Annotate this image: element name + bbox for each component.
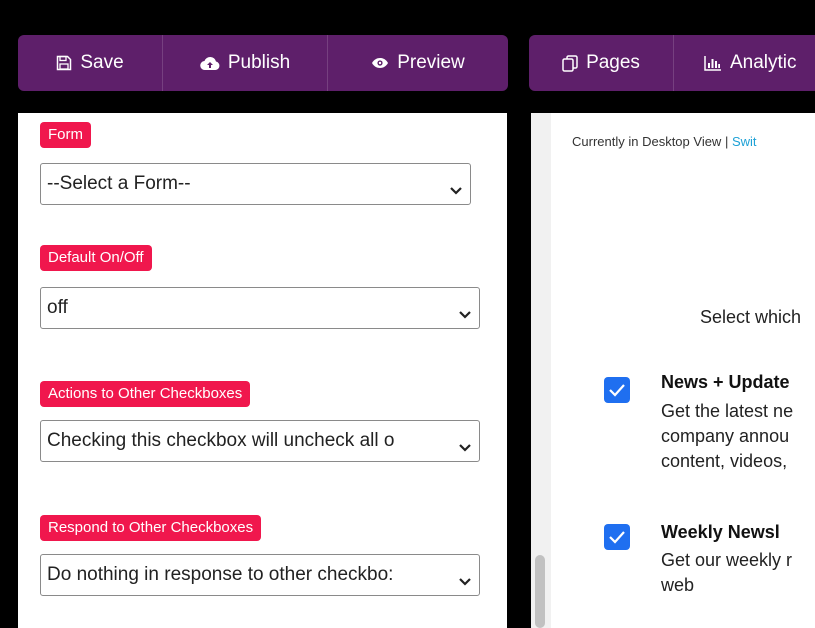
page-preview: Currently in Desktop View | Swit Select … [551,113,815,628]
preview-button[interactable]: Preview [328,35,508,91]
view-status-text: Currently in Desktop View [572,134,722,149]
news-updates-desc-line: company annou [661,426,790,446]
checkmark-icon [609,384,625,397]
publish-button[interactable]: Publish [163,35,328,91]
cloud-upload-icon [200,55,220,71]
chevron-down-icon [459,436,471,458]
checkmark-icon [609,531,625,544]
form-select-value: --Select a Form-- [47,173,191,194]
pages-label: Pages [586,52,640,73]
default-on-off-select[interactable]: off [40,287,480,329]
view-status: Currently in Desktop View | Swit [572,134,757,149]
save-button[interactable]: Save [18,35,163,91]
analytics-label: Analytic [730,52,797,73]
chevron-down-icon [459,570,471,592]
view-status-separator: | [724,134,729,149]
floppy-disk-icon [56,55,72,71]
actions-other-checkboxes-value: Checking this checkbox will uncheck all … [47,430,395,451]
actions-other-checkboxes-select[interactable]: Checking this checkbox will uncheck all … [40,420,480,462]
respond-other-checkboxes-select[interactable]: Do nothing in response to other checkbo: [40,554,480,596]
weekly-newsletter-checkbox[interactable] [604,524,630,550]
weekly-newsletter-desc-line: web [661,575,695,595]
preview-scrollbar[interactable] [531,113,551,628]
actions-other-checkboxes-label: Actions to Other Checkboxes [40,381,251,407]
weekly-newsletter-title: Weekly Newsl [661,522,780,542]
analytics-button[interactable]: Analytic [674,35,815,91]
news-updates-checkbox[interactable] [604,377,630,403]
switch-view-link[interactable]: Swit [732,134,757,149]
form-field-label: Form [40,122,91,148]
news-updates-description: Get the latest ne company annou content,… [661,399,793,474]
news-updates-desc-line: Get the latest ne [661,401,794,421]
pages-button[interactable]: Pages [529,35,674,91]
respond-other-checkboxes-label: Respond to Other Checkboxes [40,515,262,541]
publish-label: Publish [227,52,291,73]
news-updates-title: News + Update [661,372,790,392]
eye-icon [371,57,389,69]
chevron-down-icon [459,303,471,325]
scrollbar-thumb[interactable] [535,555,545,628]
editor-toolbar: Save Publish Preview [18,35,508,91]
form-select[interactable]: --Select a Form-- [40,163,471,205]
bar-chart-icon [704,55,722,71]
save-label: Save [80,52,124,73]
preview-label: Preview [397,52,465,73]
default-on-off-value: off [47,297,68,318]
news-updates-desc-line: content, videos, [661,451,788,471]
default-on-off-label: Default On/Off [40,245,152,271]
chevron-down-icon [450,179,462,201]
weekly-newsletter-description: Get our weekly r web [661,548,792,598]
pages-icon [562,54,578,72]
site-toolbar: Pages Analytic [529,35,815,91]
weekly-newsletter-desc-line: Get our weekly r [661,550,793,570]
preview-intro-text: Select which [700,307,802,327]
respond-other-checkboxes-value: Do nothing in response to other checkbo: [47,564,394,585]
checkbox-settings-panel: Form --Select a Form-- Default On/Off of… [18,113,507,628]
